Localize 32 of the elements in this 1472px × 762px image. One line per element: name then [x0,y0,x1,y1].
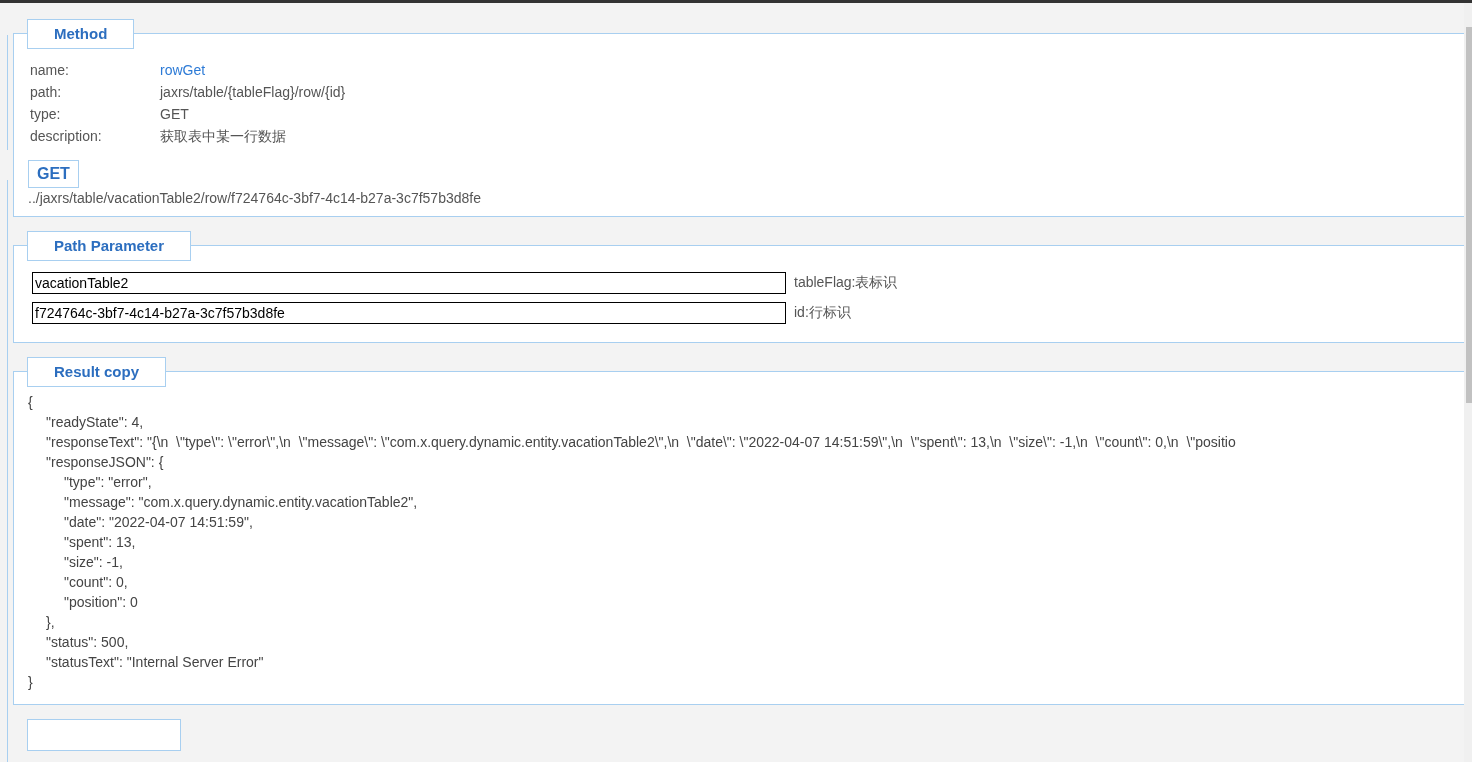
parameter-label: tableFlag:表标识 [794,274,898,292]
field-value: 获取表中某一行数据 [160,128,287,146]
method-badge: GET [28,160,79,188]
code-line: "date": "2022-04-07 14:51:59", [64,513,253,532]
field-label: path: [30,84,63,100]
code-line: "responseJSON": { [46,453,164,472]
field-value: jaxrs/table/{tableFlag}/row/{id} [160,84,346,100]
parameter-field[interactable]: f724764c-3bf7-4c14-b27a-3c7f57b3d8fe [32,302,786,324]
code-line: "size": -1, [64,553,123,572]
parameter-field[interactable]: vacationTable2 [32,272,786,294]
code-line: }, [46,613,55,632]
code-line: "spent": 13, [64,533,136,552]
section-legend: Result copy [27,357,167,387]
code-line: "status": 500, [46,633,129,652]
code-line: "position": 0 [64,593,138,612]
field-label: type: [30,106,62,122]
code-line: } [28,673,33,692]
field-label: description: [30,128,103,146]
code-line: "message": "com.x.query.dynamic.entity.vacationTable2", [64,493,418,512]
code-line: { [28,393,33,412]
parameter-label: id:行标识 [794,304,851,322]
code-line: "count": 0, [64,573,128,592]
request-url: ../jaxrs/table/vacationTable2/row/f724764c-3bf7-4c14-b27a-3c7f57b3d8fe [28,190,482,206]
code-line: "readyState": 4, [46,413,144,432]
code-line: "statusText": "Internal Server Error" [46,653,264,672]
code-line: "type": "error", [64,473,152,492]
code-line: "responseText": "{\n \"type\": \"error\",\n \"message\": \"com.x.query.dynamic.entity.vacationTable2\",\n \"date\": \"2022-04-07 14:51:59\",\n \"spent\": 13,\n \"size\": -1,\n \"count\": 0,\n \"positio [46,433,1236,452]
section-legend: Method [27,19,135,49]
field-value: GET [160,106,190,122]
method-name: rowGet [160,62,207,78]
field-label: name: [30,62,70,78]
section-legend: Path Parameter [27,231,192,261]
